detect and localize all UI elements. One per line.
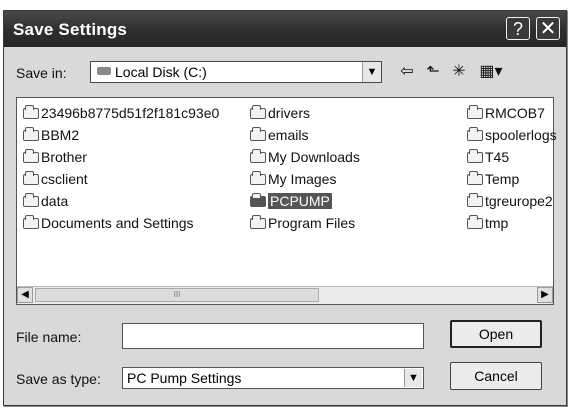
folder-icon [23, 171, 39, 185]
folder-icon [250, 215, 266, 229]
list-item-label: My Downloads [268, 149, 360, 165]
folder-icon [250, 149, 266, 163]
folder-icon [467, 149, 483, 163]
list-item-label: drivers [268, 105, 311, 121]
list-item-label: 23496b8775d51f2f181c93e0 [41, 105, 220, 121]
list-item-label: emails [268, 127, 309, 143]
folder-icon [250, 127, 266, 141]
list-item-label: tmp [485, 215, 509, 231]
folder-icon [467, 105, 483, 119]
folder-icon [250, 193, 266, 207]
folder-icon [250, 171, 266, 185]
drive-icon [97, 67, 111, 75]
scrollbar-thumb[interactable]: III [35, 288, 319, 302]
list-item-label: Program Files [268, 215, 356, 231]
chevron-down-icon[interactable]: ▼ [362, 62, 381, 82]
dialog-title: Save Settings [13, 20, 128, 39]
list-item-label: My Images [268, 171, 337, 187]
folder-icon [23, 105, 39, 119]
list-item-label: data [41, 193, 69, 209]
scroll-right-icon[interactable]: ▶ [537, 287, 553, 303]
scroll-left-icon[interactable]: ◀ [17, 287, 33, 303]
folder-icon [23, 215, 39, 229]
folder-icon [23, 149, 39, 163]
list-item-label: csclient [41, 171, 88, 187]
back-icon[interactable]: ⇦ [396, 61, 418, 83]
folder-icon [467, 193, 483, 207]
help-button[interactable]: ? [506, 17, 530, 40]
list-item-label: Documents and Settings [41, 215, 194, 231]
list-item-label: RMCOB7 [485, 105, 545, 121]
list-item-label: T45 [485, 149, 510, 165]
list-item-label: PCPUMP [268, 193, 332, 209]
cancel-button[interactable]: Cancel [450, 362, 542, 390]
save-as-type-value: PC Pump Settings [127, 370, 242, 386]
folder-icon [23, 127, 39, 141]
close-button[interactable]: ✕ [536, 17, 560, 40]
list-item-label: Brother [41, 149, 87, 165]
open-button[interactable]: Open [450, 320, 542, 348]
save-as-type-label: Save as type: [16, 371, 101, 387]
title-bar[interactable]: Save Settings ? ✕ [4, 11, 566, 47]
save-in-label: Save in: [16, 65, 67, 81]
save-as-type-dropdown[interactable]: PC Pump Settings ▼ [122, 367, 424, 389]
chevron-down-icon[interactable]: ▼ [404, 369, 422, 387]
list-item-label: tgreurope2 [485, 193, 553, 209]
file-list[interactable]: 23496b8775d51f2f181c93e0 BBM2 Brother cs… [16, 97, 557, 305]
save-in-value: Local Disk (C:) [115, 64, 207, 80]
view-menu-icon[interactable]: ▦▾ [476, 61, 506, 83]
save-in-dropdown[interactable]: Local Disk (C:) ▼ [90, 61, 382, 83]
save-settings-dialog: Save Settings ? ✕ Save in: Local Disk (C… [3, 10, 567, 406]
list-item-label: spoolerlogs [485, 127, 557, 143]
folder-icon [467, 127, 483, 141]
file-name-field[interactable] [122, 323, 424, 349]
folder-icon [250, 105, 266, 119]
horizontal-scrollbar[interactable]: ◀ III ▶ [17, 286, 553, 304]
new-folder-icon[interactable]: ✳ [448, 61, 470, 83]
list-item-label: Temp [485, 171, 520, 187]
up-folder-icon[interactable]: ⬑ [422, 61, 444, 83]
list-item-label: BBM2 [41, 127, 80, 143]
folder-icon [467, 171, 483, 185]
folder-icon [467, 215, 483, 229]
folder-icon [23, 193, 39, 207]
file-name-label: File name: [16, 329, 82, 345]
